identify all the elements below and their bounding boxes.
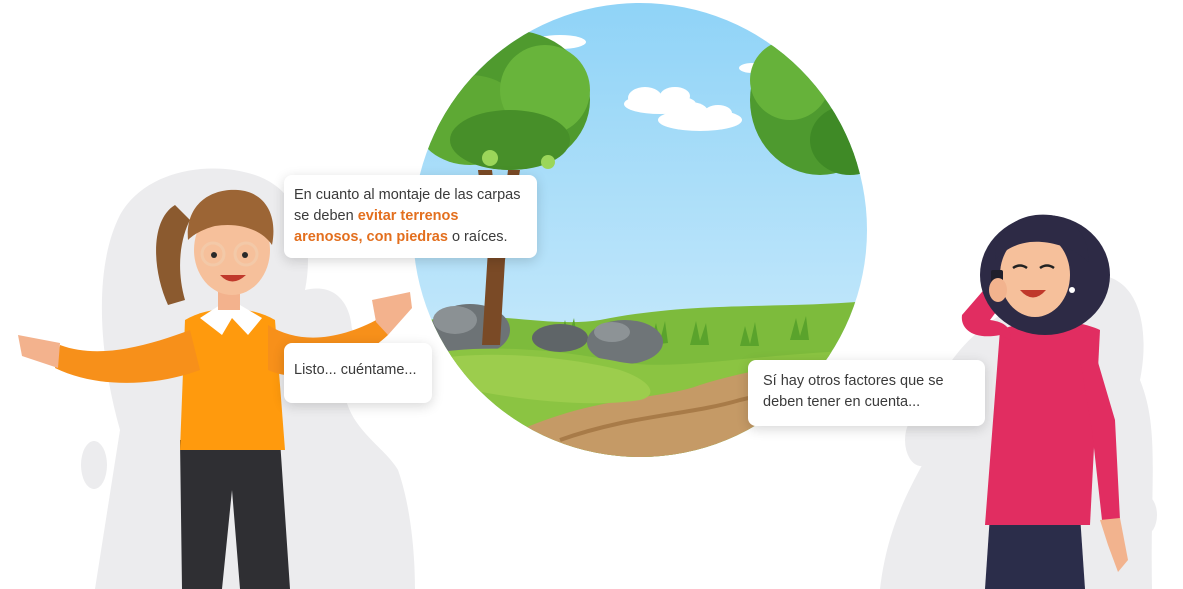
bubble-2-text: Listo... cuéntame...	[294, 362, 417, 378]
speech-bubble-right: Sí hay otros factores que se deben tener…	[748, 360, 985, 426]
illustration-scene	[18, 3, 1157, 589]
bubble-1-text-after: o raíces.	[447, 229, 508, 245]
tree-right-icon	[750, 25, 867, 175]
speech-bubble-left-top: En cuanto al montaje de las carpas se de…	[284, 175, 537, 258]
tree-left-icon	[415, 30, 590, 170]
speech-bubble-left-bottom: Listo... cuéntame...	[284, 343, 432, 403]
bubble-3-text: Sí hay otros factores que se deben tener…	[763, 373, 944, 410]
